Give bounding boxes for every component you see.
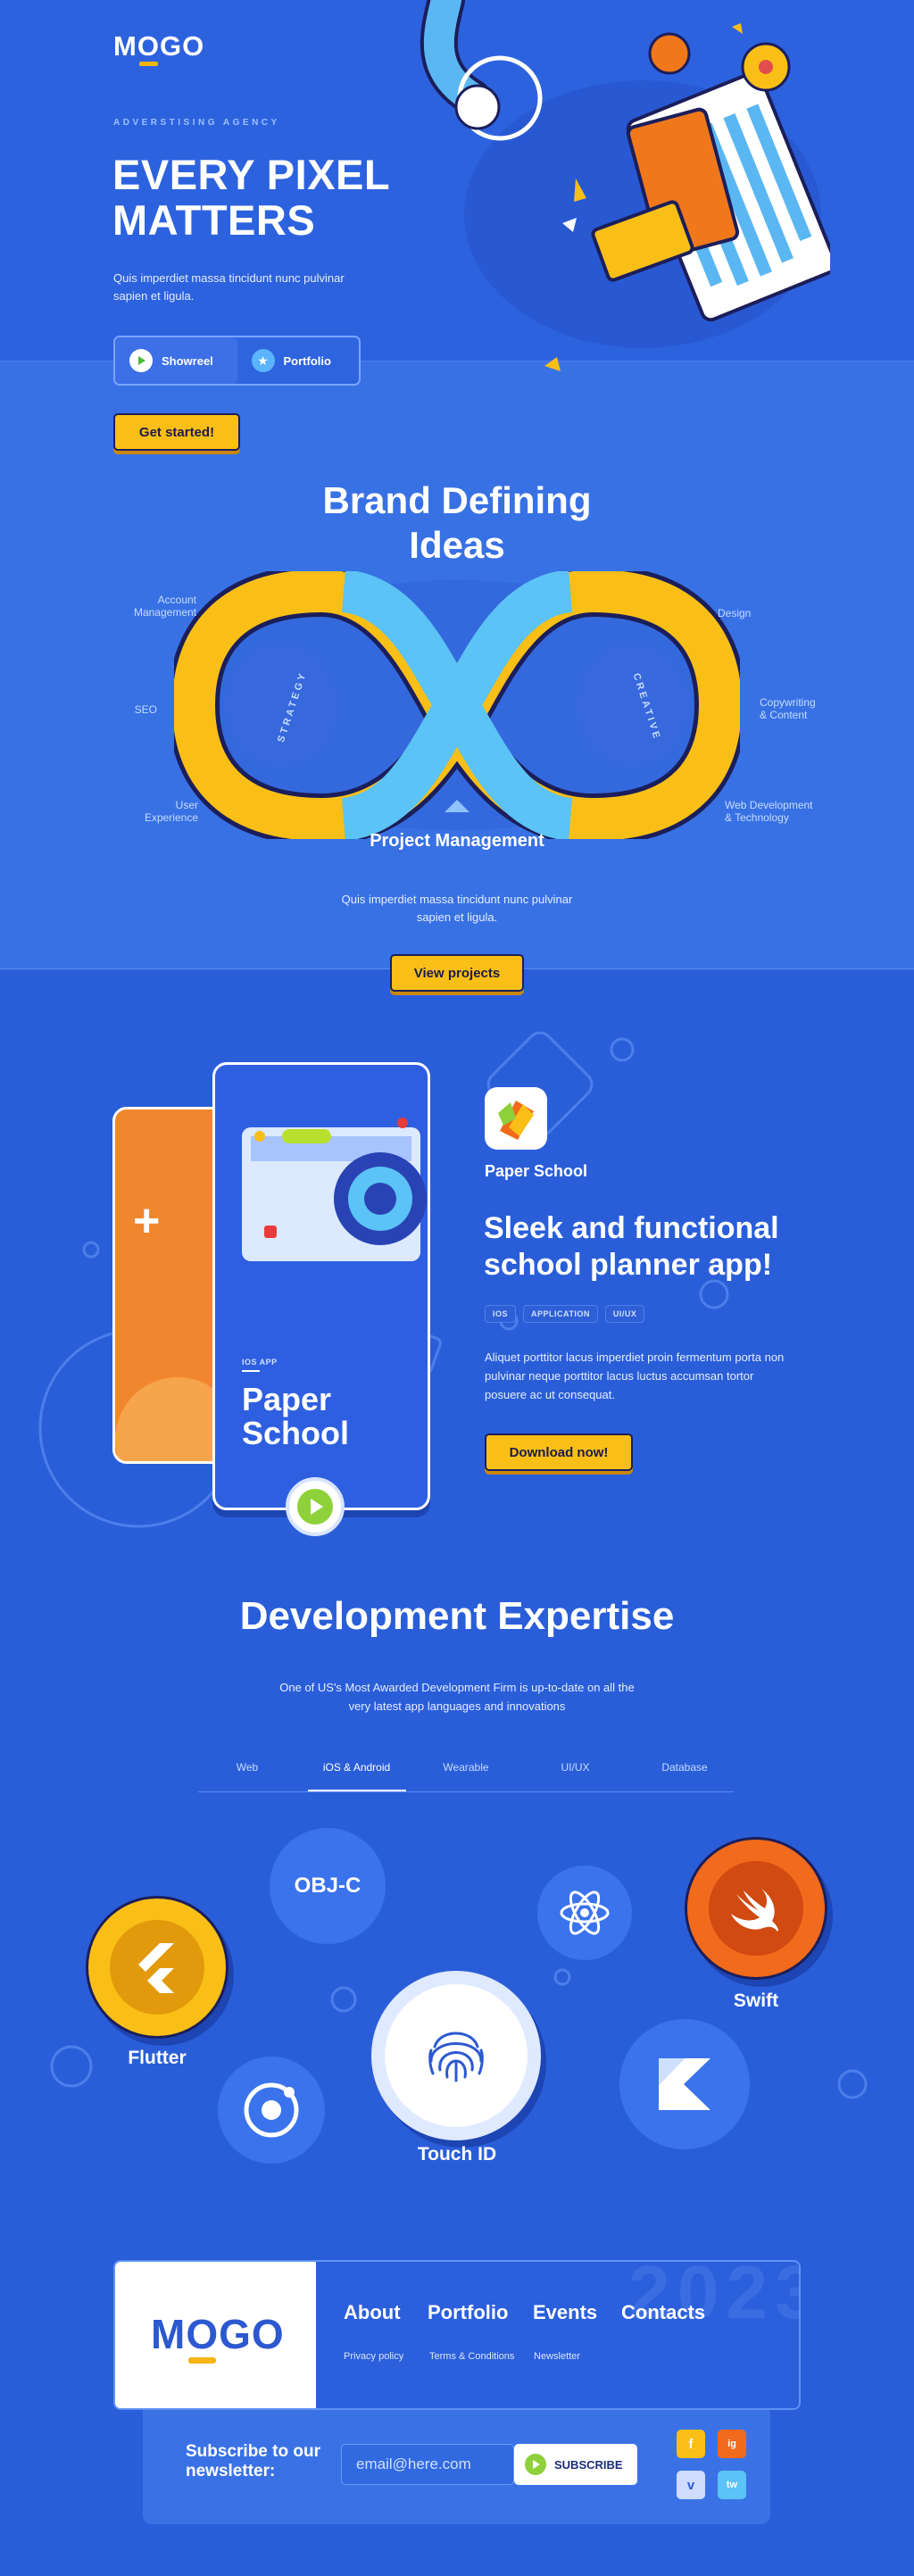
play-video-button[interactable] (286, 1477, 345, 1536)
objc-badge[interactable]: OBJ-C (270, 1828, 386, 1944)
view-projects-button[interactable]: View projects (390, 954, 524, 992)
fingerprint-icon (385, 1984, 528, 2127)
newsletter-label: Subscribe to our newsletter: (186, 2442, 320, 2480)
brand-title: Brand Defining Ideas (322, 479, 592, 566)
app-name: Paper School (485, 1162, 588, 1180)
touch-id-label: Touch ID (417, 2144, 497, 2165)
react-icon (560, 1890, 610, 1935)
touch-id-badge[interactable] (371, 1971, 541, 2140)
dev-tabs: Web iOS & Android Wearable UI/UX Databas… (198, 1757, 734, 1792)
portfolio-button[interactable]: ★ Portfolio (237, 337, 360, 384)
nav-contacts[interactable]: Contacts (621, 2301, 705, 2324)
nav-portfolio[interactable]: Portfolio (428, 2301, 508, 2324)
app-tags: IOS APPLICATION UI/UX (485, 1305, 645, 1323)
phone-front: IOS APP Paper School (212, 1062, 430, 1510)
agency-label: ADVERSTISING AGENCY (113, 118, 280, 128)
phone-back: + (112, 1107, 228, 1464)
label-account-management: Account Management (133, 594, 196, 619)
nav-about[interactable]: About (344, 2301, 401, 2324)
plus-icon: + (133, 1195, 161, 1247)
portfolio-label: Portfolio (283, 353, 331, 368)
link-terms[interactable]: Terms & Conditions (429, 2351, 514, 2362)
footer-logo[interactable]: MOGO (151, 2310, 285, 2364)
react-badge[interactable] (537, 1866, 632, 1960)
play-icon (129, 349, 153, 372)
tab-database[interactable]: Database (636, 1757, 734, 1791)
phone-title: Paper School (242, 1381, 350, 1451)
swift-icon (709, 1861, 803, 1956)
project-management-label: Project Management (370, 831, 544, 851)
dev-subtitle: One of US's Most Awarded Development Fir… (279, 1681, 635, 1713)
showreel-label: Showreel (162, 353, 213, 368)
app-description: Aliquet porttitor lacus imperdiet proin … (485, 1350, 785, 1401)
footer-logo-box: MOGO (115, 2262, 316, 2408)
label-seo: SEO (134, 703, 157, 716)
label-copywriting: Copywriting & Content (760, 696, 816, 721)
link-privacy[interactable]: Privacy policy (344, 2351, 403, 2362)
ionic-badge[interactable] (218, 2057, 325, 2164)
email-input[interactable] (341, 2444, 514, 2485)
link-newsletter[interactable]: Newsletter (534, 2351, 580, 2362)
tab-web[interactable]: Web (198, 1757, 296, 1791)
showreel-button[interactable]: Showreel (115, 337, 237, 384)
hero-title: EVERY PIXEL MATTERS (112, 151, 390, 244)
play-icon (297, 1489, 333, 1525)
twitter-icon[interactable]: tw (718, 2471, 746, 2499)
tag-uiux: UI/UX (604, 1305, 645, 1323)
tab-wearable[interactable]: Wearable (417, 1757, 515, 1791)
footer-card: MOGO 2023 About Portfolio Events Contact… (113, 2260, 801, 2410)
label-web-development: Web Development & Technology (725, 799, 813, 824)
subscribe-label: SUBSCRIBE (554, 2457, 623, 2472)
label-design: Design (718, 607, 752, 619)
tab-ios-android[interactable]: iOS & Android (307, 1757, 406, 1791)
nav-events[interactable]: Events (533, 2301, 597, 2324)
hero-segmented-control: Showreel ★ Portfolio (113, 336, 361, 386)
phone-badge: IOS APP (242, 1358, 278, 1367)
infinity-diagram (174, 571, 740, 839)
instagram-icon[interactable]: ig (718, 2430, 746, 2458)
download-button[interactable]: Download now! (485, 1433, 633, 1471)
app-title: Sleek and functional school planner app! (484, 1211, 779, 1282)
tag-application: APPLICATION (523, 1305, 598, 1323)
facebook-icon[interactable]: f (677, 2430, 705, 2458)
paper-school-icon (498, 1101, 534, 1140)
get-started-button[interactable]: Get started! (113, 413, 240, 451)
ionic-icon (244, 2082, 299, 2138)
tag-ios: IOS (485, 1305, 517, 1323)
flutter-label: Flutter (128, 2048, 187, 2068)
tab-uiux[interactable]: UI/UX (527, 1757, 625, 1791)
swift-label: Swift (733, 1990, 779, 2011)
play-icon (525, 2454, 546, 2475)
label-user-experience: User Experience (144, 799, 198, 824)
hero-subtitle: Quis imperdiet massa tincidunt nunc pulv… (113, 271, 345, 303)
flutter-icon (110, 1920, 204, 2015)
kotlin-badge[interactable] (619, 2019, 750, 2149)
phone-illustration (242, 1118, 427, 1261)
dev-title: Development Expertise (239, 1594, 675, 1638)
header-logo[interactable]: MOGO (113, 30, 204, 66)
star-icon: ★ (251, 349, 275, 372)
app-icon (485, 1087, 547, 1150)
flutter-badge[interactable] (86, 1896, 228, 2039)
phone-back-shape (115, 1377, 226, 1461)
swift-badge[interactable] (685, 1837, 827, 1980)
vimeo-icon[interactable]: v (677, 2471, 705, 2499)
kotlin-icon (659, 2058, 710, 2110)
subscribe-button[interactable]: SUBSCRIBE (514, 2444, 637, 2485)
brand-subtitle: Quis imperdiet massa tincidunt nunc pulv… (341, 893, 573, 924)
phone-badge-dash (242, 1370, 260, 1372)
